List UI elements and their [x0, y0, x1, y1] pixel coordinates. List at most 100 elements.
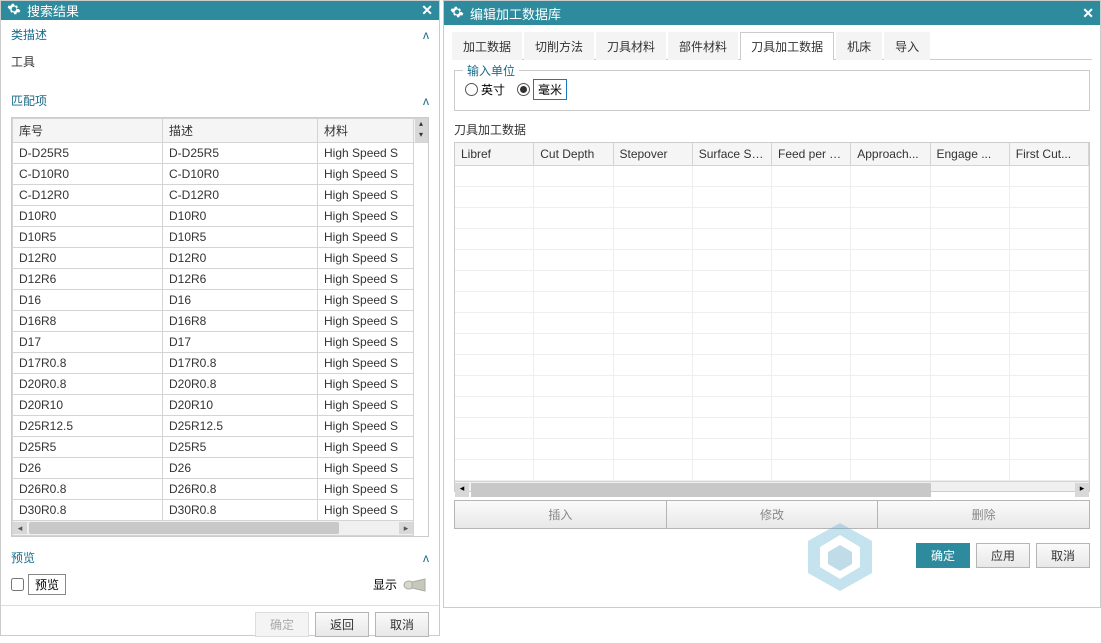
unit-legend: 输入单位 [463, 62, 519, 79]
grid-col-header[interactable]: Feed per T... [772, 143, 851, 165]
grid-col-header[interactable]: Libref [455, 143, 534, 165]
radio-mm[interactable]: 毫米 [517, 79, 567, 100]
table-row[interactable]: D26R0.8D26R0.8High Speed S [13, 479, 428, 500]
class-desc-body: 工具 [1, 47, 439, 86]
grid-col-header[interactable]: First Cut... [1010, 143, 1089, 165]
apply-button[interactable]: 应用 [976, 543, 1030, 568]
tab-5[interactable]: 机床 [836, 32, 882, 60]
grid-row[interactable] [455, 229, 1089, 250]
table-row[interactable]: C-D10R0C-D10R0High Speed S [13, 164, 428, 185]
match-header[interactable]: 匹配项 ʌ [1, 86, 439, 113]
modify-button[interactable]: 修改 [667, 500, 879, 529]
class-desc-value: 工具 [11, 51, 429, 76]
vscrollbar[interactable]: ▴ ▾ [414, 119, 428, 143]
back-button[interactable]: 返回 [315, 612, 369, 637]
grid-col-header[interactable]: Approach... [851, 143, 930, 165]
chevron-up-icon: ʌ [423, 94, 429, 108]
show-label: 显示 [373, 576, 397, 593]
grid-row[interactable] [455, 166, 1089, 187]
table-row[interactable]: D-D25R5D-D25R5High Speed S [13, 143, 428, 164]
gear-icon [7, 2, 21, 19]
grid-row[interactable] [455, 271, 1089, 292]
gear-icon [450, 5, 464, 22]
table-row[interactable]: D25R12.5D25R12.5High Speed S [13, 416, 428, 437]
left-title: 搜索结果 [27, 1, 421, 20]
right-footer: 确定 应用 取消 [444, 537, 1100, 574]
chevron-up-icon: ʌ [423, 551, 429, 565]
tab-4[interactable]: 刀具加工数据 [740, 32, 834, 60]
table-row[interactable]: C-D12R0C-D12R0High Speed S [13, 185, 428, 206]
grid-row[interactable] [455, 334, 1089, 355]
action-buttons: 插入 修改 删除 [454, 500, 1090, 529]
cancel-button[interactable]: 取消 [1036, 543, 1090, 568]
table-row[interactable]: D16D16High Speed S [13, 290, 428, 311]
match-body: 库号 描述 材料 ▴ ▾ D-D25R5D-D25R5High Speed SC… [1, 113, 439, 543]
table-row[interactable]: D20R0.8D20R0.8High Speed S [13, 374, 428, 395]
table-row[interactable]: D17D17High Speed S [13, 332, 428, 353]
grid-row[interactable] [455, 292, 1089, 313]
right-title: 编辑加工数据库 [470, 4, 1082, 23]
grid-row[interactable] [455, 250, 1089, 271]
close-icon[interactable]: ✕ [421, 2, 433, 19]
grid-row[interactable] [455, 208, 1089, 229]
grid-hscrollbar[interactable]: ◂ ▸ [455, 481, 1089, 491]
table-row[interactable]: D30R0.8D30R0.8High Speed S [13, 500, 428, 521]
table-row[interactable]: D12R0D12R0High Speed S [13, 248, 428, 269]
ok-button[interactable]: 确定 [255, 612, 309, 637]
grid-row[interactable] [455, 439, 1089, 460]
grid-col-header[interactable]: Cut Depth [534, 143, 613, 165]
insert-button[interactable]: 插入 [454, 500, 667, 529]
data-grid: LibrefCut DepthStepoverSurface Spe...Fee… [454, 142, 1090, 492]
grid-row[interactable] [455, 376, 1089, 397]
table-row[interactable]: D10R0D10R0High Speed S [13, 206, 428, 227]
table-row[interactable]: D17R0.8D17R0.8High Speed S [13, 353, 428, 374]
flashlight-icon[interactable] [403, 575, 429, 595]
table-row[interactable]: D26D26High Speed S [13, 458, 428, 479]
grid-row[interactable] [455, 313, 1089, 334]
radio-icon [517, 83, 530, 96]
delete-button[interactable]: 删除 [878, 500, 1090, 529]
grid-col-header[interactable]: Engage ... [931, 143, 1010, 165]
grid-row[interactable] [455, 418, 1089, 439]
match-table: 库号 描述 材料 ▴ ▾ D-D25R5D-D25R5High Speed SC… [11, 117, 429, 537]
hscrollbar[interactable]: ◂ ▸ [13, 521, 413, 535]
grid-row[interactable] [455, 187, 1089, 208]
table-row[interactable]: D16R8D16R8High Speed S [13, 311, 428, 332]
preview-label: 预览 [28, 574, 66, 595]
tab-bar: 加工数据切削方法刀具材料部件材料刀具加工数据机床导入 [452, 31, 1092, 60]
preview-body: 预览 显示 [1, 570, 439, 605]
data-section-label: 刀具加工数据 [454, 121, 1090, 138]
col-libno[interactable]: 库号 [13, 119, 163, 143]
tab-0[interactable]: 加工数据 [452, 32, 522, 60]
grid-row[interactable] [455, 397, 1089, 418]
edit-db-panel: 编辑加工数据库 ✕ 加工数据切削方法刀具材料部件材料刀具加工数据机床导入 输入单… [443, 0, 1101, 608]
left-titlebar: 搜索结果 ✕ [1, 1, 439, 20]
preview-checkbox[interactable] [11, 578, 24, 591]
col-material[interactable]: 材料 [318, 119, 414, 143]
table-row[interactable]: D10R5D10R5High Speed S [13, 227, 428, 248]
left-footer: 确定 返回 取消 [1, 605, 439, 643]
right-titlebar: 编辑加工数据库 ✕ [444, 1, 1100, 25]
class-desc-header[interactable]: 类描述 ʌ [1, 20, 439, 47]
grid-row[interactable] [455, 460, 1089, 481]
tab-1[interactable]: 切削方法 [524, 32, 594, 60]
grid-col-header[interactable]: Stepover [614, 143, 693, 165]
tab-6[interactable]: 导入 [884, 32, 930, 60]
search-results-panel: 搜索结果 ✕ 类描述 ʌ 工具 匹配项 ʌ 库号 描述 材料 ▴ ▾ [0, 0, 440, 636]
tab-3[interactable]: 部件材料 [668, 32, 738, 60]
table-row[interactable]: D25R5D25R5High Speed S [13, 437, 428, 458]
preview-header[interactable]: 预览 ʌ [1, 543, 439, 570]
table-row[interactable]: D20R10D20R10High Speed S [13, 395, 428, 416]
grid-col-header[interactable]: Surface Spe... [693, 143, 772, 165]
cancel-button[interactable]: 取消 [375, 612, 429, 637]
table-row[interactable]: D12R6D12R6High Speed S [13, 269, 428, 290]
ok-button[interactable]: 确定 [916, 543, 970, 568]
radio-inch[interactable]: 英寸 [465, 81, 505, 98]
col-desc[interactable]: 描述 [163, 119, 318, 143]
grid-row[interactable] [455, 355, 1089, 376]
chevron-up-icon: ʌ [423, 28, 429, 42]
close-icon[interactable]: ✕ [1082, 5, 1094, 22]
tab-2[interactable]: 刀具材料 [596, 32, 666, 60]
radio-icon [465, 83, 478, 96]
unit-fieldset: 输入单位 英寸 毫米 [454, 70, 1090, 111]
